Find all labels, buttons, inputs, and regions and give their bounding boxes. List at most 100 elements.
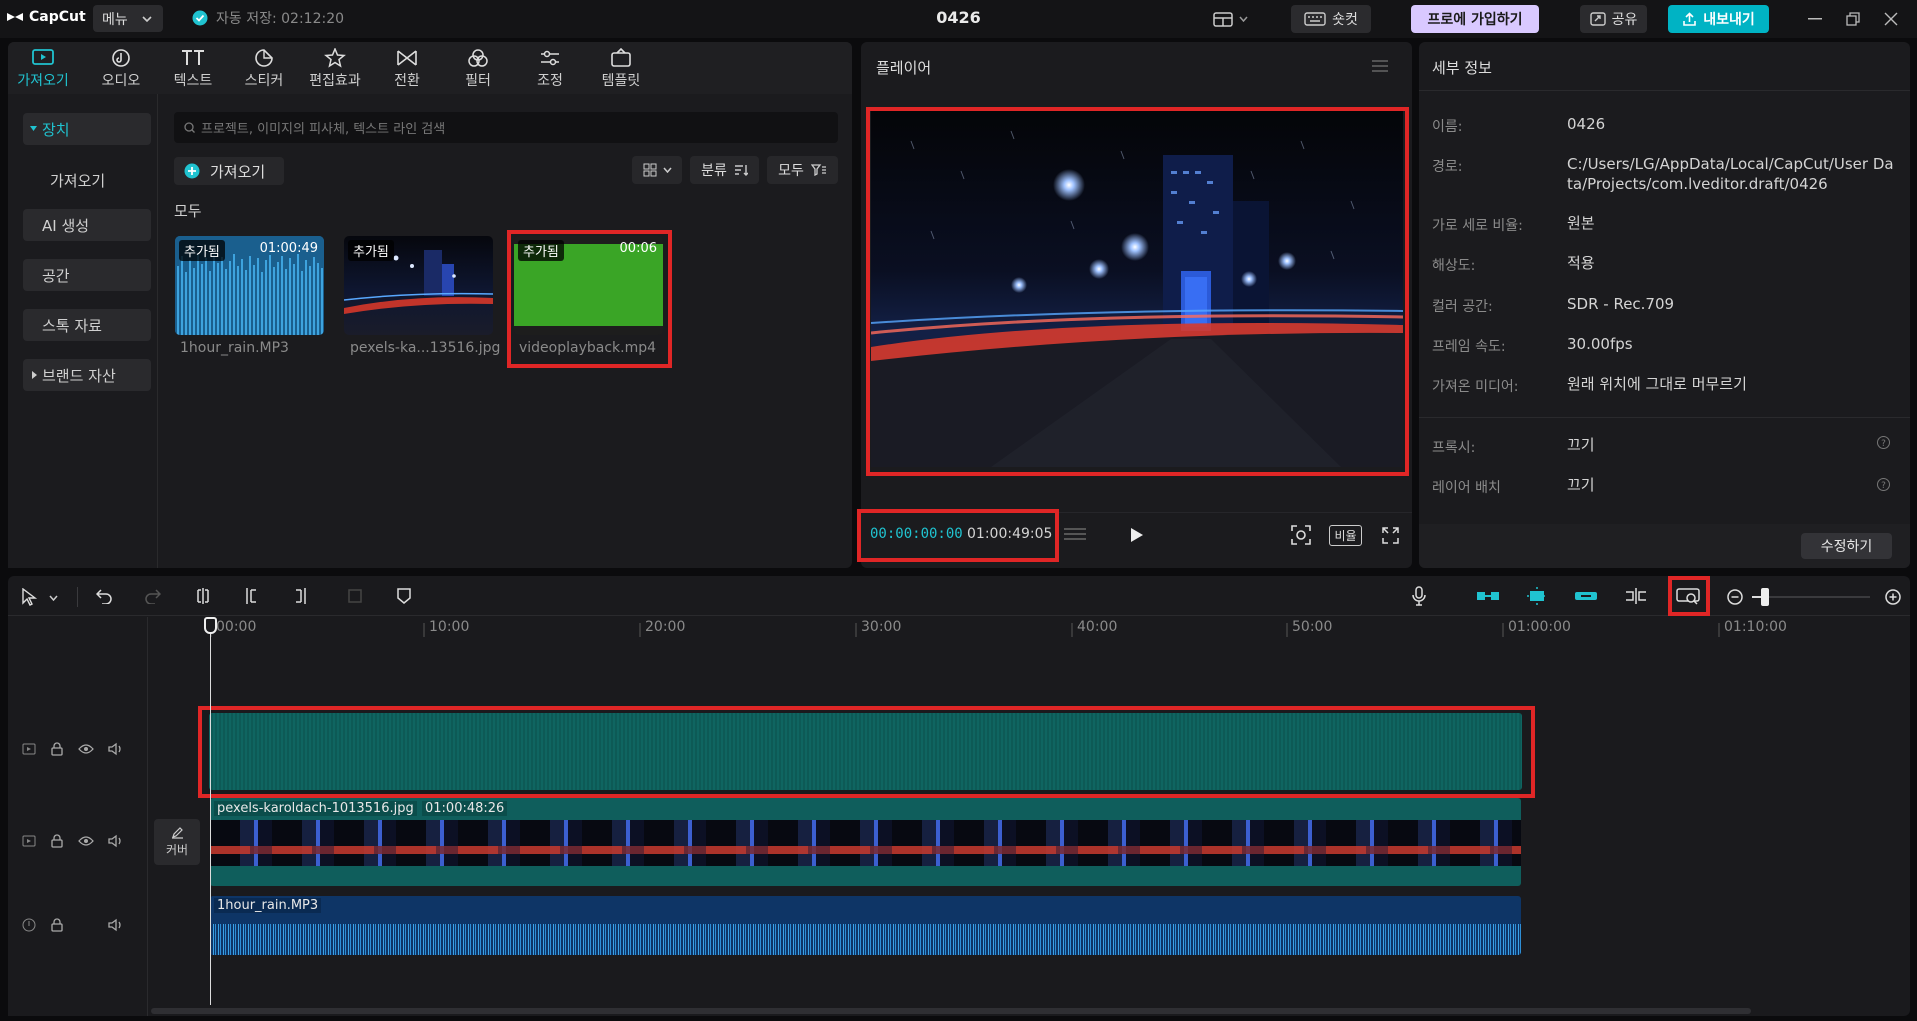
plus-circle-icon	[184, 163, 200, 179]
zoom-out-icon[interactable]	[1727, 589, 1743, 605]
play-icon[interactable]	[1130, 527, 1144, 543]
added-badge: 추가됨	[179, 240, 225, 261]
sidebar-label: 가져오기	[50, 171, 106, 190]
tab-sticker[interactable]: 스티커	[229, 48, 299, 90]
tab-transition[interactable]: 전환	[372, 48, 442, 90]
sidebar-item-brand[interactable]: 브랜드 자산	[23, 359, 151, 391]
tab-filter[interactable]: 필터	[443, 48, 513, 90]
sticker-icon	[255, 49, 273, 67]
link-icon[interactable]	[1574, 588, 1598, 604]
sidebar-item-ai[interactable]: AI 생성	[23, 209, 151, 241]
timeline-ruler	[149, 617, 1910, 639]
timeline-scrollbar[interactable]	[151, 1008, 1751, 1014]
timeline-view-icon[interactable]	[1062, 526, 1088, 542]
divider	[1419, 417, 1910, 418]
trim-left-icon[interactable]	[244, 587, 260, 605]
cover-label: 커버	[165, 843, 189, 857]
playhead-handle[interactable]	[204, 617, 217, 634]
clip-name: 1hour_rain.MP3	[214, 898, 322, 913]
menu-button[interactable]: 메뉴	[93, 5, 163, 32]
sort-button[interactable]: 분류	[690, 156, 759, 184]
section-label: 모두	[174, 202, 202, 220]
sidebar-item-import[interactable]: 가져오기	[23, 164, 151, 196]
fullscreen-icon[interactable]	[1382, 527, 1399, 544]
preview-axis-icon[interactable]	[1624, 587, 1648, 605]
restore-icon[interactable]	[1846, 12, 1860, 26]
info-label-proxy: 프록시:	[1432, 440, 1476, 456]
eye-icon[interactable]	[78, 835, 94, 847]
filmstrip	[210, 820, 1521, 866]
sidebar-label: 장치	[42, 120, 70, 139]
tab-effects[interactable]: 편집효과	[300, 48, 370, 90]
mark-icon[interactable]	[396, 587, 412, 605]
auto-snap-icon[interactable]	[1525, 586, 1549, 606]
tab-import[interactable]: 가져오기	[8, 48, 78, 90]
split-icon[interactable]	[195, 587, 211, 605]
volume-icon[interactable]	[108, 742, 124, 756]
shortcut-button[interactable]: 숏컷	[1291, 5, 1371, 33]
cover-button[interactable]: 커버	[154, 819, 200, 865]
import-button[interactable]: 가져오기	[174, 157, 284, 185]
minimize-icon[interactable]	[1808, 18, 1822, 20]
zoom-in-icon[interactable]	[1885, 589, 1901, 605]
export-label: 내보내기	[1703, 12, 1755, 28]
ruler-label: 01:10:00	[1724, 619, 1787, 635]
volume-icon[interactable]	[108, 918, 124, 932]
undo-icon[interactable]	[96, 588, 112, 604]
added-badge: 추가됨	[518, 240, 564, 261]
lock-icon[interactable]	[50, 918, 64, 932]
microphone-icon[interactable]	[1411, 586, 1427, 606]
main-track-magnet-icon[interactable]	[1476, 588, 1500, 604]
filter-button[interactable]: 모두	[767, 156, 838, 184]
search-placeholder: 프로젝트, 이미지의 피사체, 텍스트 라인 검색	[201, 122, 446, 137]
audio-clip[interactable]: 1hour_rain.MP3	[210, 896, 1521, 955]
export-button[interactable]: 내보내기	[1668, 5, 1769, 33]
info-value-name: 0426	[1567, 115, 1606, 133]
zoom-slider-handle[interactable]	[1761, 588, 1769, 606]
image-clip[interactable]: pexels-karoldach-1013516.jpg 01:00:48:26	[210, 798, 1521, 886]
playhead-line[interactable]	[210, 627, 211, 1005]
volume-icon[interactable]	[108, 834, 124, 848]
search-input[interactable]: 프로젝트, 이미지의 피사체, 텍스트 라인 검색	[174, 112, 838, 143]
trim-right-icon[interactable]	[292, 587, 308, 605]
tab-template[interactable]: 템플릿	[586, 48, 656, 90]
tab-audio[interactable]: 오디오	[86, 48, 156, 90]
track-controls-audio	[22, 918, 124, 932]
layout-button[interactable]	[1206, 5, 1254, 33]
help-icon[interactable]: ?	[1877, 478, 1890, 491]
tab-adjust[interactable]: 조정	[515, 48, 585, 90]
lock-icon[interactable]	[50, 742, 64, 756]
share-button[interactable]: 공유	[1580, 5, 1647, 33]
help-icon[interactable]: ?	[1877, 436, 1890, 449]
lock-icon[interactable]	[50, 834, 64, 848]
tab-label: 필터	[465, 73, 491, 89]
search-icon	[184, 122, 195, 133]
chevron-down-icon[interactable]	[49, 595, 58, 601]
export-icon	[1683, 11, 1697, 26]
media-item-video[interactable]: 추가됨 00:06	[514, 236, 663, 335]
info-label-imported: 가져온 미디어:	[1432, 379, 1519, 395]
tab-text[interactable]: 텍스트	[158, 48, 228, 90]
view-toggle-button[interactable]	[632, 156, 682, 184]
sidebar-item-device[interactable]: 장치	[23, 113, 151, 145]
media-item-image[interactable]: 추가됨	[344, 236, 493, 335]
thumbnail-preview-icon[interactable]	[1676, 587, 1700, 605]
select-cursor-icon[interactable]	[20, 588, 38, 606]
overlay-video-clip[interactable]	[209, 713, 1522, 790]
sidebar-item-stock[interactable]: 스톡 자료	[23, 309, 151, 341]
sidebar-item-space[interactable]: 공간	[23, 259, 151, 291]
eye-icon[interactable]	[78, 743, 94, 755]
zoom-slider-track[interactable]	[1752, 596, 1870, 598]
svg-text:?: ?	[1881, 481, 1886, 491]
pro-signup-button[interactable]: 프로에 가입하기	[1411, 5, 1539, 33]
template-icon	[611, 48, 631, 67]
ratio-button[interactable]: 비율	[1329, 525, 1362, 546]
media-item-audio[interactable]: 추가됨 01:00:49	[175, 236, 324, 335]
tab-label: 조정	[537, 73, 563, 89]
hamburger-menu-icon[interactable]	[1372, 59, 1388, 73]
edit-button[interactable]: 수정하기	[1801, 533, 1892, 559]
focus-icon[interactable]	[1291, 525, 1311, 545]
close-icon[interactable]	[1884, 12, 1898, 26]
total-time: 01:00:49:05	[967, 526, 1053, 542]
redo-icon	[145, 589, 161, 604]
